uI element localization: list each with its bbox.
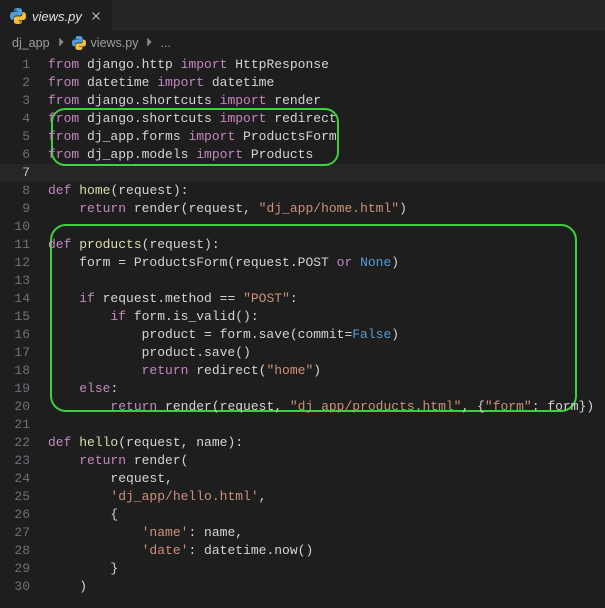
line-number: 16 [0, 326, 48, 344]
code-content: return redirect("home") [48, 362, 321, 380]
tab-views-py[interactable]: views.py [0, 0, 112, 32]
line-number: 27 [0, 524, 48, 542]
python-icon [72, 36, 87, 51]
code-line[interactable]: 22def hello(request, name): [0, 434, 605, 452]
code-line[interactable]: 26 { [0, 506, 605, 524]
code-content: from django.shortcuts import redirect [48, 110, 337, 128]
line-number: 20 [0, 398, 48, 416]
line-number: 1 [0, 56, 48, 74]
code-editor[interactable]: 1from django.http import HttpResponse2fr… [0, 54, 605, 596]
line-number: 12 [0, 254, 48, 272]
line-number: 25 [0, 488, 48, 506]
code-line[interactable]: 7 [0, 164, 605, 182]
line-number: 24 [0, 470, 48, 488]
line-number: 26 [0, 506, 48, 524]
line-number: 8 [0, 182, 48, 200]
code-line[interactable]: 2from datetime import datetime [0, 74, 605, 92]
breadcrumb-more[interactable]: ... [160, 36, 170, 50]
code-content: product = form.save(commit=False) [48, 326, 399, 344]
code-line[interactable]: 23 return render( [0, 452, 605, 470]
code-line[interactable]: 21 [0, 416, 605, 434]
code-line[interactable]: 17 product.save() [0, 344, 605, 362]
code-line[interactable]: 27 'name': name, [0, 524, 605, 542]
code-line[interactable]: 12 form = ProductsForm(request.POST or N… [0, 254, 605, 272]
code-line[interactable]: 14 if request.method == "POST": [0, 290, 605, 308]
code-content: def hello(request, name): [48, 434, 243, 452]
breadcrumb-file[interactable]: views.py [91, 36, 139, 50]
code-content: return render(request, "dj_app/home.html… [48, 200, 407, 218]
code-line[interactable]: 8def home(request): [0, 182, 605, 200]
code-content: else: [48, 380, 118, 398]
code-line[interactable]: 4from django.shortcuts import redirect [0, 110, 605, 128]
line-number: 21 [0, 416, 48, 434]
chevron-right-icon [142, 35, 156, 52]
code-content: from dj_app.models import Products [48, 146, 313, 164]
line-number: 10 [0, 218, 48, 236]
line-number: 9 [0, 200, 48, 218]
code-content: if form.is_valid(): [48, 308, 259, 326]
line-number: 11 [0, 236, 48, 254]
code-content: from datetime import datetime [48, 74, 274, 92]
python-icon [10, 8, 26, 24]
code-content: def products(request): [48, 236, 220, 254]
chevron-right-icon [54, 35, 68, 52]
tab-label: views.py [32, 9, 82, 24]
code-content: product.save() [48, 344, 251, 362]
code-line[interactable]: 29 } [0, 560, 605, 578]
code-line[interactable]: 15 if form.is_valid(): [0, 308, 605, 326]
code-line[interactable]: 9 return render(request, "dj_app/home.ht… [0, 200, 605, 218]
line-number: 13 [0, 272, 48, 290]
code-line[interactable]: 13 [0, 272, 605, 290]
code-line[interactable]: 10 [0, 218, 605, 236]
line-number: 18 [0, 362, 48, 380]
code-content: 'name': name, [48, 524, 243, 542]
line-number: 3 [0, 92, 48, 110]
code-line[interactable]: 30 ) [0, 578, 605, 596]
breadcrumb-folder[interactable]: dj_app [12, 36, 50, 50]
code-line[interactable]: 25 'dj_app/hello.html', [0, 488, 605, 506]
line-number: 22 [0, 434, 48, 452]
code-line[interactable]: 6from dj_app.models import Products [0, 146, 605, 164]
code-line[interactable]: 5from dj_app.forms import ProductsForm [0, 128, 605, 146]
code-content: request, [48, 470, 173, 488]
line-number: 17 [0, 344, 48, 362]
code-content: if request.method == "POST": [48, 290, 298, 308]
code-content: def home(request): [48, 182, 188, 200]
line-number: 30 [0, 578, 48, 596]
line-number: 6 [0, 146, 48, 164]
code-line[interactable]: 1from django.http import HttpResponse [0, 56, 605, 74]
line-number: 2 [0, 74, 48, 92]
line-number: 15 [0, 308, 48, 326]
code-content: return render( [48, 452, 188, 470]
code-line[interactable]: 20 return render(request, "dj_app/produc… [0, 398, 605, 416]
close-icon[interactable] [88, 8, 104, 24]
line-number: 4 [0, 110, 48, 128]
line-number: 7 [0, 164, 48, 182]
code-content: 'dj_app/hello.html', [48, 488, 266, 506]
code-content: form = ProductsForm(request.POST or None… [48, 254, 399, 272]
line-number: 19 [0, 380, 48, 398]
breadcrumb: dj_app views.py ... [0, 32, 605, 54]
line-number: 23 [0, 452, 48, 470]
code-line[interactable]: 24 request, [0, 470, 605, 488]
code-line[interactable]: 11def products(request): [0, 236, 605, 254]
code-line[interactable]: 18 return redirect("home") [0, 362, 605, 380]
line-number: 29 [0, 560, 48, 578]
code-line[interactable]: 3from django.shortcuts import render [0, 92, 605, 110]
code-line[interactable]: 16 product = form.save(commit=False) [0, 326, 605, 344]
code-line[interactable]: 28 'date': datetime.now() [0, 542, 605, 560]
code-content: ) [48, 578, 87, 596]
line-number: 28 [0, 542, 48, 560]
code-content: 'date': datetime.now() [48, 542, 313, 560]
code-content: return render(request, "dj_app/products.… [48, 398, 594, 416]
code-content: from dj_app.forms import ProductsForm [48, 128, 337, 146]
line-number: 5 [0, 128, 48, 146]
tab-bar: views.py [0, 0, 605, 32]
code-content: from django.http import HttpResponse [48, 56, 329, 74]
code-content: } [48, 560, 118, 578]
code-content: { [48, 506, 118, 524]
line-number: 14 [0, 290, 48, 308]
code-content: from django.shortcuts import render [48, 92, 321, 110]
code-line[interactable]: 19 else: [0, 380, 605, 398]
